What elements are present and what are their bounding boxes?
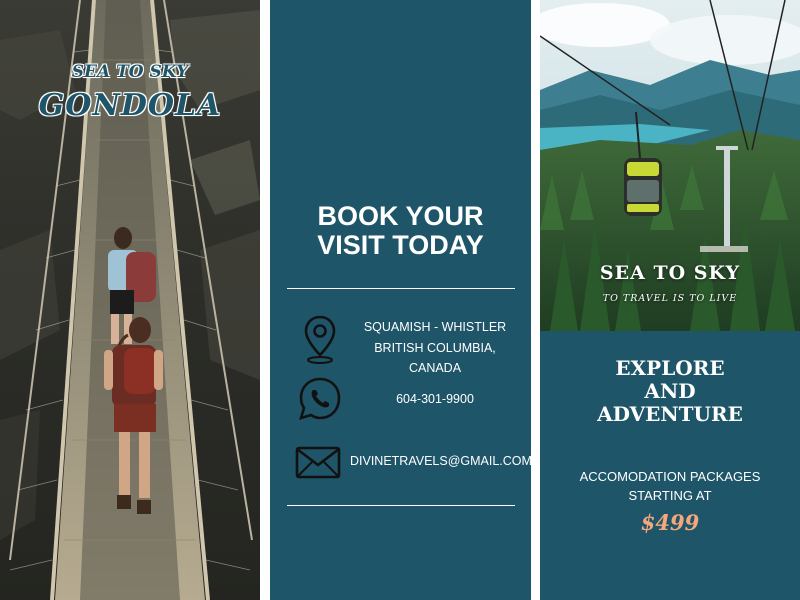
explore-heading-line2: AND — [644, 379, 696, 403]
email-address[interactable]: DIVINETRAVELS@GMAIL.COM — [350, 451, 531, 471]
middle-panel: BOOK YOUR VISIT TODAY SQUAMISH - WHISTLE… — [270, 0, 531, 600]
photo-title: SEA TO SKY — [599, 262, 741, 284]
left-panel: SEA TO SKY GONDOLA — [0, 0, 260, 600]
packages-line1: ACCOMODATION PACKAGES — [579, 469, 761, 484]
divider-top — [287, 288, 515, 289]
whatsapp-phone-icon — [299, 377, 341, 420]
right-panel: SEA TO SKY TO TRAVEL IS TO LIVE EXPLORE … — [540, 0, 800, 600]
packages-line2: STARTING AT — [628, 488, 712, 503]
location-pin-icon — [304, 315, 336, 364]
mail-envelope-icon — [295, 446, 341, 479]
address-line2: BRITISH COLUMBIA, CANADA — [374, 341, 496, 375]
brochure-title-line1: SEA TO SKY — [71, 62, 189, 82]
divider-bottom — [287, 505, 515, 506]
book-heading-line2: VISIT TODAY — [317, 230, 484, 260]
price-label: $499 — [640, 510, 700, 535]
phone-number[interactable]: 604-301-9900 — [355, 389, 515, 409]
brochure-title-line2: GONDOLA — [38, 88, 222, 123]
explore-heading-line3: ADVENTURE — [597, 402, 743, 426]
address-line1: SQUAMISH - WHISTLER — [363, 320, 507, 334]
book-heading-line1: BOOK YOUR — [317, 201, 484, 231]
explore-heading-line1: EXPLORE — [615, 356, 725, 380]
photo-tagline: TO TRAVEL IS TO LIVE — [602, 293, 738, 304]
